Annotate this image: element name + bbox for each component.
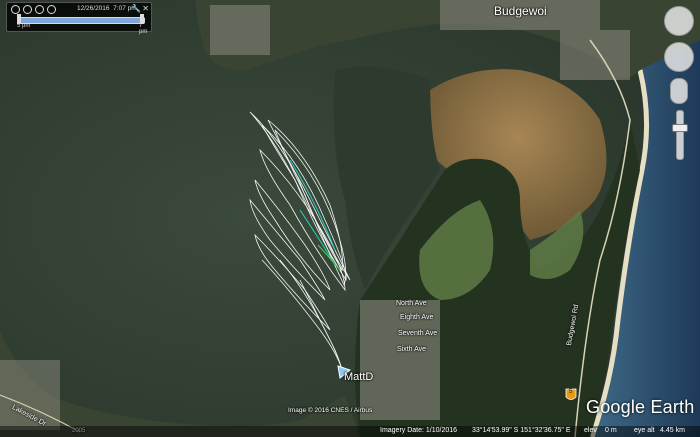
zoom-slider-track[interactable] (676, 110, 684, 160)
street-label-north-ave: North Ave (396, 300, 427, 307)
navigation-controls (664, 6, 694, 166)
time-slider-start-label: 5 pm (17, 23, 31, 29)
coordinates: 33°14'53.99" S 151°32'36.75" E (472, 427, 571, 434)
google-earth-watermark: Google Earth (586, 397, 695, 417)
imagery-date: Imagery Date: 1/10/2016 (380, 427, 458, 434)
town-label-budgewoi: Budgewoi (494, 4, 547, 18)
time-slider-end-label: 7 pm (139, 23, 148, 35)
pilot-label: MattD (344, 371, 374, 383)
time-slider-tools (11, 5, 56, 14)
play-time-icon[interactable] (47, 5, 56, 14)
zoom-slider-handle[interactable] (672, 124, 688, 132)
zoom-out-time-icon[interactable] (23, 5, 32, 14)
eye-alt-label: eye alt (634, 427, 655, 434)
street-label-seventh-ave: Seventh Ave (398, 330, 438, 337)
settings-wrench-icon[interactable]: 🔧 (131, 4, 141, 13)
time-slider-datetime: 12/26/2016 7:07 pm (77, 5, 137, 12)
elevation-label: elev (584, 427, 597, 434)
time-slider[interactable]: 12/26/2016 7:07 pm 🔧 ✕ 5 pm 7 pm (6, 2, 152, 35)
look-around-icon[interactable] (664, 6, 694, 36)
move-pan-icon[interactable] (664, 42, 694, 72)
time-slider-track[interactable] (19, 17, 145, 24)
zoom-in-time-icon[interactable] (11, 5, 20, 14)
eye-alt-value: 4.45 km (660, 427, 685, 434)
elevation-value: 0 m (605, 427, 617, 434)
street-label-sixth-ave: Sixth Ave (397, 346, 427, 353)
back-time-icon[interactable] (35, 5, 44, 14)
street-label-eighth-ave: Eighth Ave (400, 314, 434, 321)
road-sign-number: 5 (569, 389, 573, 395)
status-bar: Imagery Date: 1/10/2016 33°14'53.99" S 1… (0, 426, 700, 437)
close-icon[interactable]: ✕ (142, 4, 149, 13)
street-view-pegman-icon[interactable] (670, 78, 688, 104)
imagery-credit: Image © 2016 CNES / Airbus (288, 407, 373, 414)
